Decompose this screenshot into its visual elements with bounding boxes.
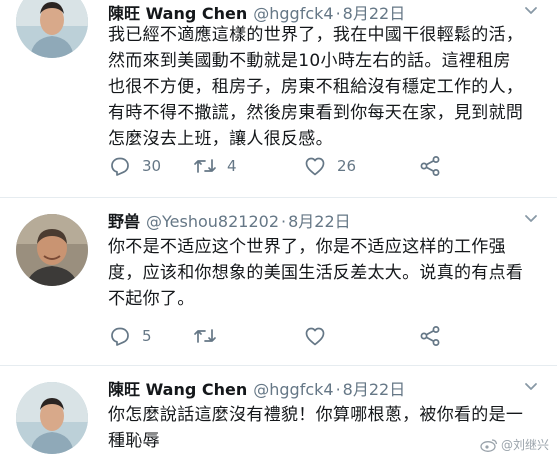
avatar-yeshou[interactable] bbox=[16, 214, 88, 286]
heart-icon bbox=[305, 327, 325, 346]
user-handle[interactable]: @hggfck4 bbox=[253, 380, 333, 399]
retweet-button[interactable]: 4 bbox=[193, 154, 237, 178]
retweet-button[interactable] bbox=[193, 324, 227, 348]
share-icon bbox=[420, 326, 440, 346]
display-name[interactable]: 陳旺 Wang Chen bbox=[108, 4, 247, 23]
tweet-header: 野兽 @Yeshou821202 · 8月22日 bbox=[108, 212, 351, 231]
watermark-text: @刘继兴 bbox=[500, 438, 549, 452]
avatar-wang-chen[interactable] bbox=[16, 382, 88, 454]
reply-count: 30 bbox=[142, 157, 162, 175]
user-handle[interactable]: @hggfck4 bbox=[253, 4, 333, 23]
tweet-text: 你怎麼說話這麼沒有禮貌！你算哪根蔥，被你看的是一種恥辱 bbox=[108, 405, 524, 451]
chevron-down-icon[interactable] bbox=[523, 378, 539, 394]
share-button[interactable] bbox=[418, 324, 442, 348]
like-count: 26 bbox=[337, 157, 357, 175]
tweet-header: 陳旺 Wang Chen @hggfck4 · 8月22日 bbox=[108, 380, 406, 399]
user-handle[interactable]: @Yeshou821202 bbox=[146, 212, 279, 231]
chevron-down-icon[interactable] bbox=[523, 210, 539, 226]
reply-icon bbox=[111, 157, 129, 176]
retweet-icon bbox=[194, 329, 216, 343]
tweet-text: 你不是不适应这个世界了，你是不适应这样的工作强度，应该和你想象的美国生活反差太大… bbox=[108, 237, 524, 309]
tweet-text: 我已經不適應這樣的世界了，我在中國干很輕鬆的活，然而來到美國動不動就是10小時左… bbox=[108, 25, 524, 149]
heart-icon bbox=[305, 157, 325, 176]
reply-count: 5 bbox=[142, 327, 152, 345]
avatar-wang-chen[interactable] bbox=[16, 0, 88, 58]
like-button[interactable]: 26 bbox=[303, 154, 356, 178]
tweet-2[interactable]: 野兽 @Yeshou821202 · 8月22日 你不是不适应这个世界了，你是不适应这… bbox=[0, 198, 557, 366]
chevron-down-icon[interactable] bbox=[523, 2, 539, 18]
reply-button[interactable]: 30 bbox=[108, 154, 161, 178]
tweet-date[interactable]: 8月22日 bbox=[343, 4, 406, 23]
share-icon bbox=[420, 156, 440, 176]
tweet-date[interactable]: 8月22日 bbox=[343, 380, 406, 399]
tweet-1[interactable]: 陳旺 Wang Chen @hggfck4 · 8月22日 我已經不適應這樣的世界了，… bbox=[0, 0, 557, 198]
weibo-watermark: @刘继兴 bbox=[480, 436, 549, 453]
reply-button[interactable]: 5 bbox=[108, 324, 152, 348]
tweet-date[interactable]: 8月22日 bbox=[288, 212, 351, 231]
share-button[interactable] bbox=[418, 154, 442, 178]
tweet-3[interactable]: 陳旺 Wang Chen @hggfck4 · 8月22日 你怎麼說話這麼沒有禮貌！你… bbox=[0, 366, 557, 459]
weibo-logo-icon bbox=[480, 438, 498, 452]
retweet-icon bbox=[194, 159, 216, 173]
like-button[interactable] bbox=[303, 324, 337, 348]
display-name[interactable]: 野兽 bbox=[108, 212, 140, 231]
retweet-count: 4 bbox=[227, 157, 237, 175]
reply-icon bbox=[111, 327, 129, 346]
display-name[interactable]: 陳旺 Wang Chen bbox=[108, 380, 247, 399]
